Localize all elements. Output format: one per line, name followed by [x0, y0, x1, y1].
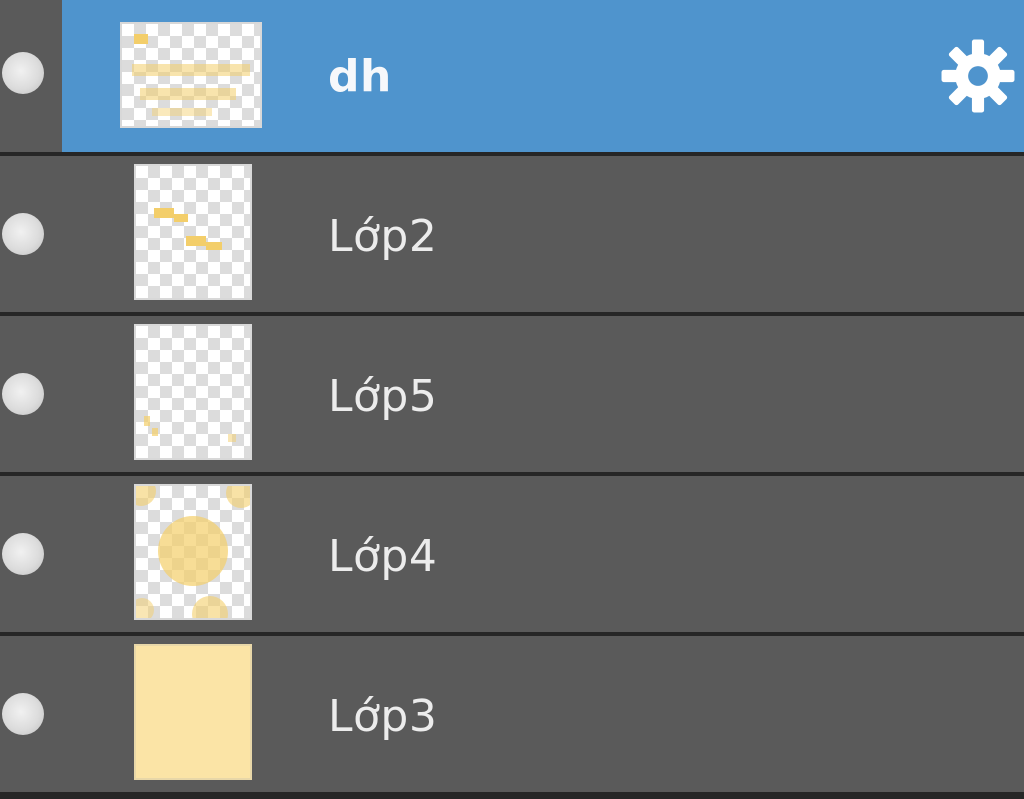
- layer-row-lop5[interactable]: Lớp5: [0, 316, 1024, 472]
- layer-name: dh: [328, 51, 392, 102]
- layer-row-lop4[interactable]: Lớp4: [0, 476, 1024, 632]
- layer-name: Lớp4: [328, 531, 438, 582]
- visibility-toggle-icon[interactable]: [2, 52, 44, 94]
- layer-name: Lớp5: [328, 371, 438, 422]
- layer-row-dh[interactable]: dh: [0, 0, 1024, 152]
- layer-thumbnail: [134, 164, 252, 300]
- visibility-toggle-icon[interactable]: [2, 373, 44, 415]
- visibility-toggle-icon[interactable]: [2, 213, 44, 255]
- layer-name: Lớp3: [328, 691, 438, 742]
- visibility-toggle-icon[interactable]: [2, 533, 44, 575]
- gear-icon[interactable]: [940, 38, 1016, 114]
- visibility-toggle-icon[interactable]: [2, 693, 44, 735]
- layers-panel: dh Lớp2 Lớp5 Lớp4 Lớp3: [0, 0, 1024, 799]
- layer-thumbnail: [134, 484, 252, 620]
- layer-thumbnail: [134, 644, 252, 780]
- layer-name: Lớp2: [328, 211, 438, 262]
- layer-thumbnail: [120, 22, 262, 128]
- layer-row-lop2[interactable]: Lớp2: [0, 156, 1024, 312]
- layer-row-lop3[interactable]: Lớp3: [0, 636, 1024, 792]
- layer-thumbnail: [134, 324, 252, 460]
